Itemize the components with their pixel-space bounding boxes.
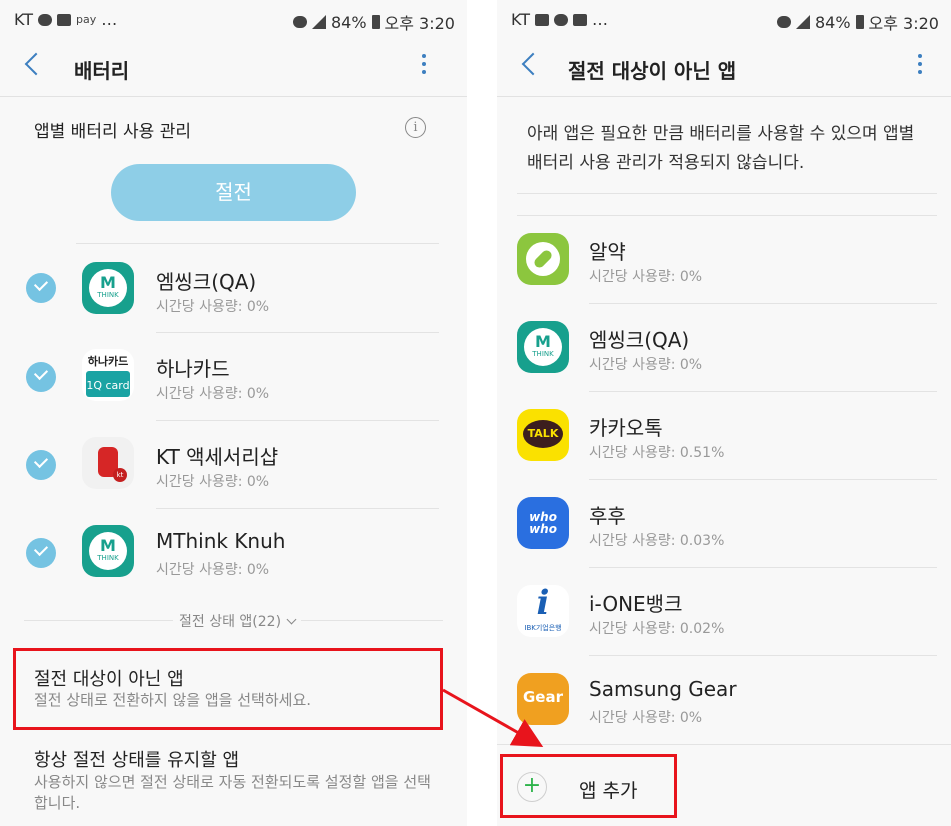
annotation-arrow <box>442 688 544 747</box>
